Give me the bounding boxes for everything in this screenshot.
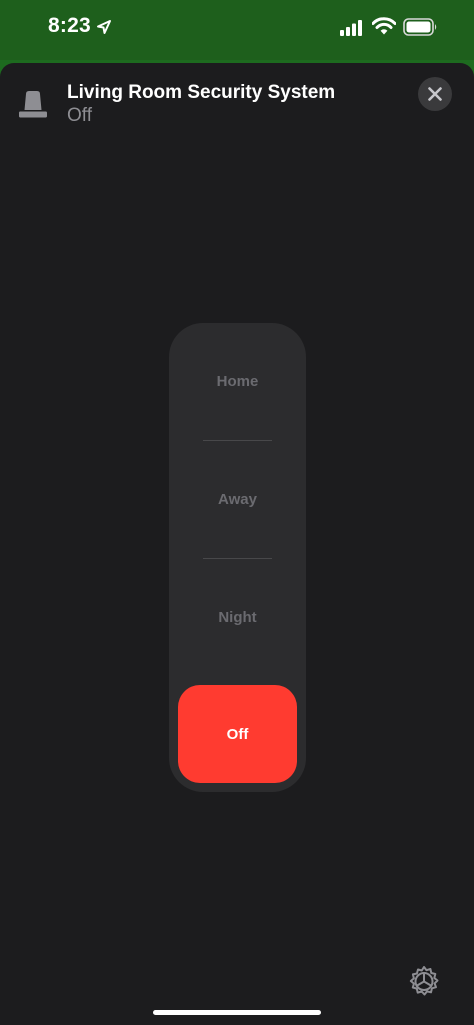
cellular-signal-icon: [340, 20, 364, 41]
wifi-icon: [371, 17, 397, 41]
security-mode-selector: Home Away Night Off: [169, 323, 306, 792]
mode-option-home[interactable]: Home: [169, 323, 306, 440]
screen: 8:23 Living Room Security System Off Hom…: [0, 0, 474, 1025]
status-bar: 8:23: [0, 0, 474, 60]
device-status: Off: [67, 105, 92, 126]
mode-option-away[interactable]: Away: [169, 441, 306, 558]
location-arrow-icon: [96, 19, 112, 40]
gear-icon: [409, 966, 439, 996]
close-icon: [428, 87, 442, 101]
device-sheet: Living Room Security System Off Home Awa…: [0, 63, 474, 1025]
status-time: 8:23: [48, 14, 91, 37]
security-siren-icon: [18, 88, 48, 125]
battery-icon: [403, 18, 439, 41]
settings-button[interactable]: [406, 964, 442, 1005]
mode-option-night[interactable]: Night: [169, 559, 306, 676]
home-indicator: [153, 1010, 321, 1015]
device-title: Living Room Security System: [67, 82, 336, 103]
close-button[interactable]: [418, 77, 452, 111]
mode-option-off[interactable]: Off: [178, 685, 297, 783]
